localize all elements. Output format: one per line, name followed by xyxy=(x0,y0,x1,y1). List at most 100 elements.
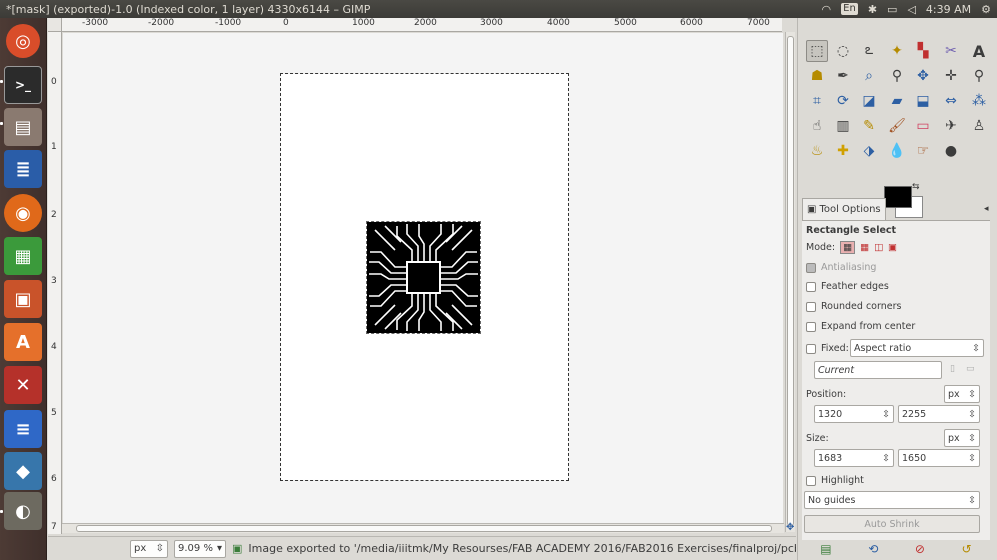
keyboard-indicator[interactable]: En xyxy=(841,3,858,15)
zoom-select[interactable]: 9.09 % ▾ xyxy=(174,539,226,558)
text-tool-icon[interactable]: A xyxy=(968,40,990,62)
save-options-icon[interactable]: ▤ xyxy=(820,542,831,556)
vertical-scrollbar[interactable] xyxy=(785,32,795,532)
ellipse-select-tool-icon[interactable]: ◌ xyxy=(832,40,854,62)
crop-tool-icon[interactable]: ⌗ xyxy=(806,90,828,112)
battery-icon[interactable]: ▭ xyxy=(887,3,897,16)
text-editor-icon[interactable]: ≣ xyxy=(4,150,42,188)
antialiasing-row[interactable]: Antialiasing xyxy=(806,262,876,273)
antialiasing-checkbox[interactable] xyxy=(806,262,816,273)
swap-colors-icon[interactable]: ⇆ xyxy=(912,182,920,192)
python-icon[interactable]: ◆ xyxy=(4,452,42,490)
heal-tool-icon[interactable]: ✚ xyxy=(832,140,854,162)
mode-intersect-icon[interactable]: ▣ xyxy=(888,242,897,253)
tool-options-tab[interactable]: ▣ Tool Options xyxy=(802,198,886,220)
perspective-clone-tool-icon[interactable]: ⬗ xyxy=(858,140,880,162)
gimp-icon[interactable]: ◐ xyxy=(4,492,42,530)
horizontal-scroll-thumb[interactable] xyxy=(76,525,772,532)
highlight-checkbox[interactable] xyxy=(806,475,816,486)
dodge-burn-tool-icon[interactable]: ● xyxy=(940,140,962,162)
software-center-icon[interactable]: A xyxy=(4,323,42,361)
fuzzy-select-tool-icon[interactable]: ✦ xyxy=(886,40,908,62)
rect-select-tool-icon[interactable]: ⬚ xyxy=(806,40,828,62)
spreadsheet-icon[interactable]: ▦ xyxy=(4,237,42,275)
feather-edges-row[interactable]: Feather edges xyxy=(806,281,889,292)
files-icon[interactable]: ▤ xyxy=(4,108,42,146)
feather-edges-checkbox[interactable] xyxy=(806,281,816,292)
guides-select[interactable]: No guides ⇳ xyxy=(804,491,980,509)
auto-shrink-button[interactable]: Auto Shrink xyxy=(804,515,980,533)
fixed-checkbox[interactable] xyxy=(806,343,816,354)
image-canvas[interactable] xyxy=(280,73,569,481)
reset-options-icon[interactable]: ↺ xyxy=(962,542,972,556)
unit-select[interactable]: px ⇳ xyxy=(130,539,168,558)
delete-options-icon[interactable]: ⊘ xyxy=(915,542,925,556)
zoom-tool-icon[interactable]: ⚲ xyxy=(968,65,990,87)
select-by-color-tool-icon[interactable]: ▚ xyxy=(912,40,934,62)
system-settings-icon[interactable]: ✕ xyxy=(4,366,42,404)
wifi-icon[interactable]: ◠ xyxy=(822,3,832,16)
flip-tool-icon[interactable]: ⇔ xyxy=(940,90,962,112)
foreground-color-swatch[interactable] xyxy=(884,186,912,208)
fixed-current-input[interactable]: Current xyxy=(814,361,942,379)
paintbrush-tool-icon[interactable]: 🖌 xyxy=(886,115,908,137)
perspective-tool-icon[interactable]: ⬓ xyxy=(912,90,934,112)
move-tool-icon[interactable]: ✥ xyxy=(912,65,934,87)
blur-tool-icon[interactable]: 💧 xyxy=(886,140,908,162)
fixed-mode-select[interactable]: Aspect ratio ⇳ xyxy=(850,339,984,357)
bluetooth-icon[interactable]: ✱ xyxy=(868,3,877,16)
restore-options-icon[interactable]: ⟲ xyxy=(868,542,878,556)
free-select-tool-icon[interactable]: ఽ xyxy=(858,40,880,62)
foreground-select-tool-icon[interactable]: ☗ xyxy=(806,65,828,87)
vertical-scroll-thumb[interactable] xyxy=(787,36,794,526)
position-y-input[interactable]: 2255 ⇳ xyxy=(898,405,980,423)
paths-tool-icon[interactable]: ✒ xyxy=(832,65,854,87)
cage-transform-tool-icon[interactable]: ⁂ xyxy=(968,90,990,112)
firefox-icon[interactable]: ◉ xyxy=(4,194,42,232)
ubuntu-dash-icon[interactable]: ◎ xyxy=(6,24,40,58)
dock-menu-icon[interactable]: ◂ xyxy=(984,204,989,214)
rotate-tool-icon[interactable]: ⟳ xyxy=(832,90,854,112)
size-width-input[interactable]: 1683 ⇳ xyxy=(814,449,894,467)
size-height-input[interactable]: 1650 ⇳ xyxy=(898,449,980,467)
measure-tool-icon[interactable]: ⚲ xyxy=(886,65,908,87)
position-unit-select[interactable]: px ⇳ xyxy=(944,385,980,403)
fixed-row[interactable]: Fixed: xyxy=(806,343,849,354)
position-x-input[interactable]: 1320 ⇳ xyxy=(814,405,894,423)
document-viewer-icon[interactable]: ≡ xyxy=(4,410,42,448)
eraser-tool-icon[interactable]: ▭ xyxy=(912,115,934,137)
expand-from-center-checkbox[interactable] xyxy=(806,321,816,332)
airbrush-tool-icon[interactable]: ✈ xyxy=(940,115,962,137)
portrait-icon[interactable]: ▯ xyxy=(950,364,955,374)
pencil-tool-icon[interactable]: ✎ xyxy=(858,115,880,137)
align-tool-icon[interactable]: ✛ xyxy=(940,65,962,87)
navigate-icon[interactable]: ✥ xyxy=(786,523,796,533)
terminal-icon[interactable]: >_ xyxy=(4,66,42,104)
rounded-corners-row[interactable]: Rounded corners xyxy=(806,301,901,312)
rounded-corners-checkbox[interactable] xyxy=(806,301,816,312)
volume-icon[interactable]: ◁ xyxy=(907,3,915,16)
vertical-ruler[interactable]: 0 1 2 3 4 5 6 7 xyxy=(48,32,62,534)
mode-add-icon[interactable]: ▦ xyxy=(860,242,869,253)
horizontal-scrollbar[interactable] xyxy=(62,523,784,533)
presentation-icon[interactable]: ▣ xyxy=(4,280,42,318)
blend-tool-icon[interactable]: ▥ xyxy=(832,115,854,137)
mode-subtract-icon[interactable]: ◫ xyxy=(874,242,883,253)
canvas-viewport[interactable] xyxy=(63,33,783,523)
shear-tool-icon[interactable]: ▰ xyxy=(886,90,908,112)
ink-tool-icon[interactable]: ♙ xyxy=(968,115,990,137)
clone-tool-icon[interactable]: ♨ xyxy=(806,140,828,162)
expand-from-center-row[interactable]: Expand from center xyxy=(806,321,915,332)
clock[interactable]: 4:39 AM xyxy=(926,3,971,16)
size-unit-select[interactable]: px ⇳ xyxy=(944,429,980,447)
settings-gear-icon[interactable]: ⚙ xyxy=(981,3,991,16)
warp-transform-tool-icon[interactable]: ☝ xyxy=(806,115,828,137)
scale-tool-icon[interactable]: ◪ xyxy=(858,90,880,112)
horizontal-ruler[interactable]: -3000 -2000 -1000 0 1000 2000 3000 4000 … xyxy=(62,18,782,32)
color-picker-tool-icon[interactable]: ⌕ xyxy=(858,65,880,87)
scissors-select-tool-icon[interactable]: ✂ xyxy=(940,40,962,62)
highlight-row[interactable]: Highlight xyxy=(806,475,864,486)
mode-replace-icon[interactable]: ▦ xyxy=(840,241,856,254)
landscape-icon[interactable]: ▭ xyxy=(966,364,975,374)
ruler-corner-button[interactable] xyxy=(48,18,62,32)
